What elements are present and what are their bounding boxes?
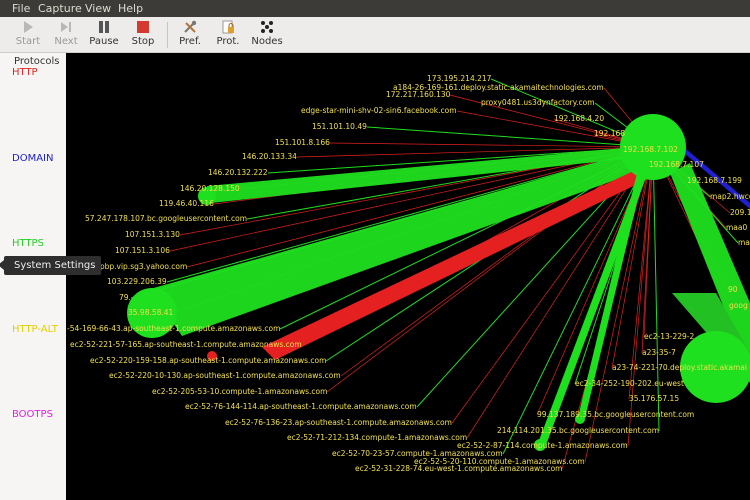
toolbar: Start Next Pause Stop Pref. Prot. Nodes (0, 17, 750, 53)
node-label: ec2-52-71-212-134.compute-1.amazonaws.co… (287, 433, 468, 442)
node-label: proxy0481.us3dynfactory.com (481, 98, 595, 107)
protocols-panel: Protocols HTTP DOMAIN HTTPS HTTP-ALT BOO… (0, 53, 66, 500)
pause-button[interactable]: Pause (86, 19, 122, 50)
node-label: 107.151.3.130 (125, 230, 180, 239)
node-label: a23-74-221-70.deploy.static.akamai (612, 363, 747, 372)
nodes-icon (261, 21, 273, 33)
node-label: -54-169-66-43.ap-southeast-1.compute.ama… (67, 324, 281, 333)
menu-capture[interactable]: Capture (38, 2, 82, 15)
node-label: maa0 (726, 223, 748, 232)
node-label: 151.101.10.49 (312, 122, 367, 131)
nodes-label: Nodes (251, 36, 283, 47)
node-label: map2.hwcdn (710, 192, 750, 201)
menu-bar: File Capture View Help (0, 0, 750, 17)
node-label: ec2-52-220-159-158.ap-southeast-1.comput… (90, 356, 327, 365)
menu-file[interactable]: File (12, 2, 30, 15)
preferences-label: Pref. (179, 36, 201, 47)
stop-label: Stop (131, 36, 155, 47)
node-label: a23-35-7 (642, 348, 676, 357)
node-label: 192.168.7.107 (649, 160, 704, 169)
node-label: 209.1 (730, 208, 750, 217)
node-label: 35.98.58.41 (128, 308, 174, 317)
node-label: 103.229.206.39 (107, 277, 167, 286)
protocol-domain[interactable]: DOMAIN (12, 153, 53, 164)
node-label: 107.151.3.106 (115, 246, 170, 255)
node-label: 192.168.7.102 (623, 145, 678, 154)
document-lock-icon (222, 20, 234, 34)
protocols-label: Prot. (216, 36, 240, 47)
pause-icon (99, 21, 109, 33)
start-button[interactable]: Start (10, 19, 46, 50)
node-label: 35.176.57.15 (629, 394, 680, 403)
menu-view[interactable]: View (85, 2, 111, 15)
node-label: goog (729, 301, 748, 310)
node-label: -2.pbp.vip.sg3.yahoo.com (90, 262, 188, 271)
node-label: 151.101.8.166 (275, 138, 330, 147)
node-label: 192.168.7.199 (687, 176, 742, 185)
protocols-title: Protocols (14, 56, 60, 67)
stop-button[interactable]: Stop (128, 19, 158, 50)
nodes-button[interactable]: Nodes (250, 19, 284, 50)
node-label: maa (738, 238, 750, 247)
node-label: 192.168.4.20 (554, 114, 605, 123)
menu-help[interactable]: Help (118, 2, 143, 15)
protocol-https[interactable]: HTTPS (12, 238, 44, 249)
tools-icon (184, 20, 197, 33)
protocol-bootps[interactable]: BOOTPS (12, 409, 53, 420)
node-label: 146.20.132.222 (208, 168, 268, 177)
node-label: 119.46.40.116 (159, 199, 214, 208)
node-label: ec2-52-76-136-23.ap-southeast-1.compute.… (225, 418, 452, 427)
node-label: ec2-13-229-2 (644, 332, 695, 341)
node-label: 79. (119, 293, 131, 302)
node-label: 90 (728, 285, 738, 294)
toolbar-separator (167, 22, 168, 48)
node-label: ec2-34-252-190-202.eu-west (575, 379, 684, 388)
pause-label: Pause (89, 36, 119, 47)
node-label: 57.247.178.107.bc.googleusercontent.com (85, 214, 248, 223)
preferences-button[interactable]: Pref. (174, 19, 206, 50)
node-label: 172.217.160.130 (386, 90, 451, 99)
system-settings-tooltip: System Settings (0, 256, 102, 275)
node-label: ec2-52-221-57-165.ap-southeast-1.compute… (70, 340, 302, 349)
node-label: ec2-52-205-53-10.compute-1.amazonaws.com (152, 387, 328, 396)
protocols-button[interactable]: Prot. (212, 19, 244, 50)
node-labels: 173.195.214.217 a184-26-169-161.deploy.s… (66, 53, 750, 500)
start-label: Start (15, 36, 41, 47)
stop-icon (137, 21, 149, 33)
node-label: 192.168 (594, 129, 626, 138)
network-graph-canvas[interactable]: 173.195.214.217 a184-26-169-161.deploy.s… (66, 53, 750, 500)
node-label: 146.20.133.34 (242, 152, 297, 161)
node-label: 173.195.214.217 (427, 74, 492, 83)
node-label: edge-star-mini-shv-02-sin6.facebook.com (301, 106, 457, 115)
node-label: 214.114.201.35.bc.googleusercontent.com (497, 426, 660, 435)
protocol-http[interactable]: HTTP (12, 67, 38, 78)
protocol-http-alt[interactable]: HTTP-ALT (12, 324, 58, 335)
node-label: ec2-52-76-144-114.ap-southeast-1.compute… (185, 402, 417, 411)
node-label: 146.20.128.150 (180, 184, 240, 193)
node-label: 99.137.189.35.bc.googleusercontent.com (537, 410, 695, 419)
next-label: Next (54, 36, 78, 47)
play-icon (24, 21, 33, 33)
node-label: ec2-52-31-228-74.eu-west-1.compute.amazo… (355, 464, 563, 473)
step-forward-icon (61, 22, 71, 32)
next-button[interactable]: Next (50, 19, 82, 50)
node-label: ec2-52-220-10-130.ap-southeast-1.compute… (109, 371, 341, 380)
